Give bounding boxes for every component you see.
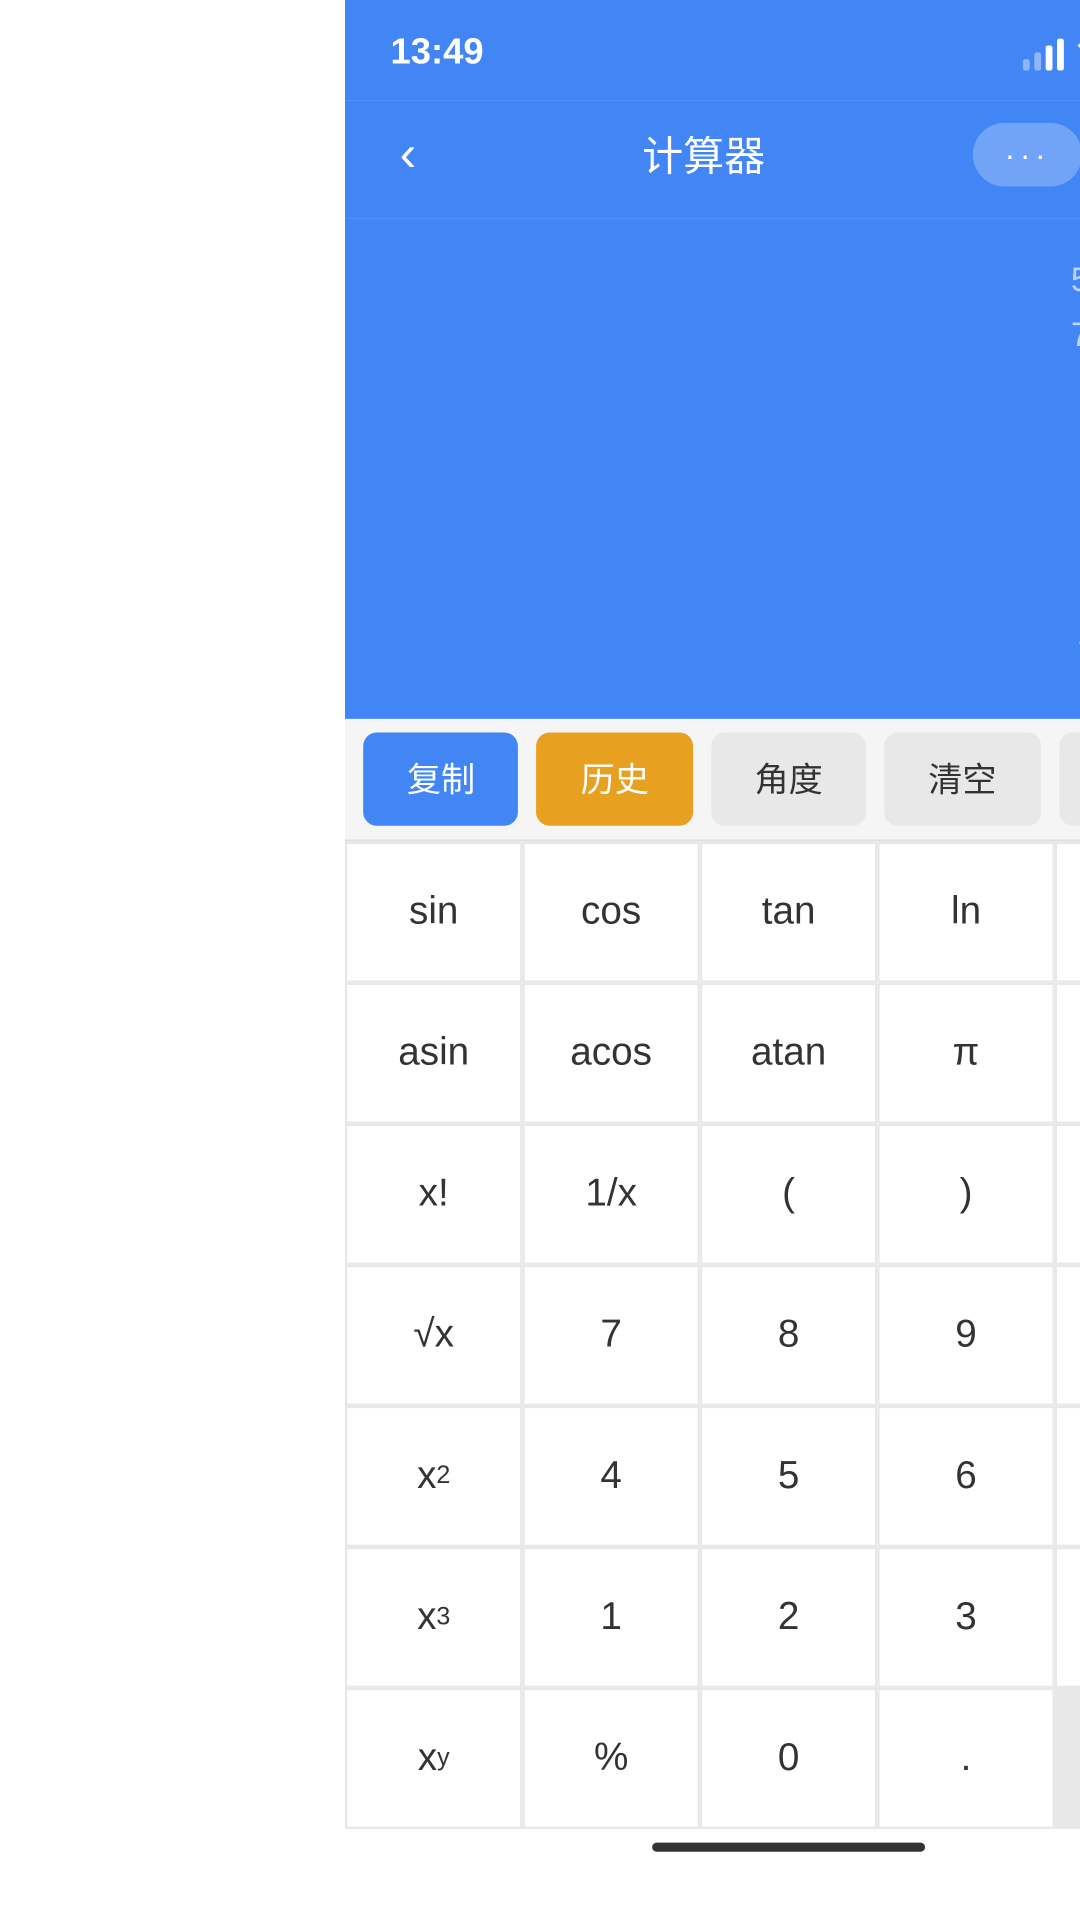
power-button[interactable]: xy xyxy=(345,1688,522,1829)
angle-button[interactable]: 角度 xyxy=(711,733,867,826)
history-button[interactable]: 历史 xyxy=(537,733,693,826)
equals-button[interactable]: = xyxy=(1055,1688,1080,1829)
3-button[interactable]: 3 xyxy=(877,1547,1054,1688)
sin-button[interactable]: sin xyxy=(345,842,522,983)
factorial-button[interactable]: x! xyxy=(345,1124,522,1265)
e-button[interactable]: e xyxy=(1055,983,1080,1124)
acos-button[interactable]: acos xyxy=(522,983,699,1124)
8-button[interactable]: 8 xyxy=(700,1265,877,1406)
display-area: 5×6=30 7×8=56 56 xyxy=(345,218,1080,718)
decimal-button[interactable]: . xyxy=(877,1688,1054,1829)
4-button[interactable]: 4 xyxy=(522,1406,699,1547)
back-button[interactable]: ‹ xyxy=(381,116,434,193)
multiply-button[interactable]: × xyxy=(1055,1406,1080,1547)
nav-actions: ··· xyxy=(973,119,1080,190)
home-indicator xyxy=(345,1829,1080,1861)
6-button[interactable]: 6 xyxy=(877,1406,1054,1547)
close-paren-button[interactable]: ) xyxy=(877,1124,1054,1265)
plus-button[interactable]: + xyxy=(1055,1124,1080,1265)
sqrt-button[interactable]: √x xyxy=(345,1265,522,1406)
2-button[interactable]: 2 xyxy=(700,1547,877,1688)
tan-button[interactable]: tan xyxy=(700,842,877,983)
status-icons xyxy=(1023,35,1080,74)
home-bar xyxy=(652,1843,925,1852)
atan-button[interactable]: atan xyxy=(700,983,877,1124)
history-entry-2: 7×8=56 xyxy=(390,309,1080,364)
delete-button[interactable]: 删除 xyxy=(1058,733,1080,826)
clear-button[interactable]: 清空 xyxy=(885,733,1041,826)
action-bar: 复制 历史 角度 清空 删除 xyxy=(345,719,1080,842)
current-result: 56 xyxy=(1075,569,1080,683)
history-entry-1: 5×6=30 xyxy=(390,255,1080,310)
asin-button[interactable]: asin xyxy=(345,983,522,1124)
9-button[interactable]: 9 xyxy=(877,1265,1054,1406)
status-bar: 13:49 xyxy=(345,0,1080,100)
history-entries: 5×6=30 7×8=56 xyxy=(390,255,1080,364)
more-button[interactable]: ··· xyxy=(973,123,1080,187)
pi-button[interactable]: π xyxy=(877,983,1054,1124)
signal-icon xyxy=(1023,39,1064,71)
sqrt-label: √x xyxy=(413,1313,454,1358)
status-time: 13:49 xyxy=(390,34,483,75)
5-button[interactable]: 5 xyxy=(700,1406,877,1547)
page-title: 计算器 xyxy=(642,125,765,184)
cube-button[interactable]: x3 xyxy=(345,1547,522,1688)
divide-button[interactable]: ÷ xyxy=(1055,1547,1080,1688)
cos-button[interactable]: cos xyxy=(522,842,699,983)
copy-button[interactable]: 复制 xyxy=(363,733,519,826)
percent-button[interactable]: % xyxy=(522,1688,699,1829)
ln-button[interactable]: ln xyxy=(877,842,1054,983)
0-button[interactable]: 0 xyxy=(700,1688,877,1829)
keypad: sin cos tan ln log asin acos atan π e x!… xyxy=(345,842,1080,1829)
square-button[interactable]: x2 xyxy=(345,1406,522,1547)
7-button[interactable]: 7 xyxy=(522,1265,699,1406)
1-button[interactable]: 1 xyxy=(522,1547,699,1688)
nav-bar: ‹ 计算器 ··· xyxy=(345,100,1080,218)
open-paren-button[interactable]: ( xyxy=(700,1124,877,1265)
reciprocal-button[interactable]: 1/x xyxy=(522,1124,699,1265)
log-button[interactable]: log xyxy=(1055,842,1080,983)
minus-button[interactable]: − xyxy=(1055,1265,1080,1406)
